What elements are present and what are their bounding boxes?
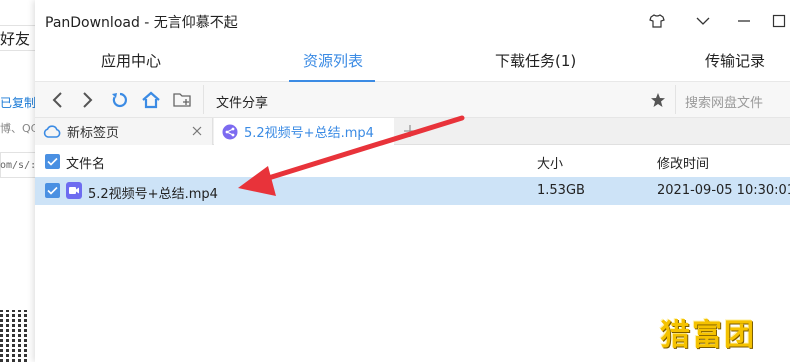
title-bar: PanDownload - 无言仰慕不起 bbox=[35, 0, 790, 42]
column-header-size[interactable]: 大小 bbox=[537, 153, 563, 172]
file-list-header: 文件名 大小 修改时间 bbox=[35, 146, 790, 176]
folder-add-icon bbox=[173, 93, 191, 107]
skin-button[interactable] bbox=[643, 8, 671, 34]
subtab-shared-file[interactable]: 5.2视频号+总结.mp4 bbox=[214, 118, 394, 145]
favorite-button[interactable] bbox=[647, 89, 669, 111]
watermark-logo: 猎富团 bbox=[660, 318, 756, 353]
shirt-icon bbox=[649, 14, 665, 28]
background-text-friend: 好友 bbox=[0, 30, 31, 48]
toolbar: 文件分享 搜索网盘文件 bbox=[35, 82, 790, 118]
path-bar[interactable]: 文件分享 bbox=[203, 85, 663, 114]
row-checkbox[interactable] bbox=[45, 183, 60, 198]
file-modified: 2021-09-05 10:30:01 bbox=[657, 183, 790, 198]
home-button[interactable] bbox=[140, 89, 162, 111]
column-header-modified[interactable]: 修改时间 bbox=[657, 153, 709, 172]
close-icon[interactable] bbox=[190, 124, 204, 138]
star-icon bbox=[651, 93, 665, 107]
background-text-copied: 已复制 bbox=[0, 96, 37, 110]
share-icon bbox=[222, 124, 238, 140]
arrow-right-icon bbox=[83, 92, 93, 108]
refresh-button[interactable] bbox=[109, 89, 131, 111]
maximize-icon bbox=[772, 14, 786, 28]
subtab-new-tab-label: 新标签页 bbox=[67, 126, 120, 141]
check-icon bbox=[47, 157, 58, 166]
minimize-button[interactable] bbox=[730, 8, 758, 34]
tab-app-center[interactable]: 应用中心 bbox=[101, 50, 161, 71]
check-icon bbox=[47, 186, 58, 195]
window-title: PanDownload - 无言仰慕不起 bbox=[45, 15, 238, 31]
background-text-weibo: 博、QC bbox=[0, 122, 39, 135]
maximize-button[interactable] bbox=[765, 8, 790, 34]
new-folder-button[interactable] bbox=[172, 89, 194, 111]
back-button[interactable] bbox=[46, 89, 68, 111]
chevron-down-icon bbox=[696, 17, 710, 25]
current-path: 文件分享 bbox=[216, 96, 269, 111]
subtab-shared-file-label: 5.2视频号+总结.mp4 bbox=[244, 126, 374, 141]
forward-button[interactable] bbox=[77, 89, 99, 111]
search-placeholder: 搜索网盘文件 bbox=[685, 96, 764, 111]
search-input[interactable]: 搜索网盘文件 bbox=[675, 85, 790, 114]
background-app: 好友 已复制 博、QC om/s/: bbox=[0, 0, 40, 362]
file-name: 5.2视频号+总结.mp4 bbox=[88, 187, 218, 202]
qr-code-image bbox=[0, 310, 28, 362]
main-tabs: 应用中心 资源列表 下载任务(1) 传输记录 bbox=[35, 42, 790, 82]
tab-resource-list[interactable]: 资源列表 bbox=[303, 50, 363, 71]
tab-transfer-records[interactable]: 传输记录 bbox=[705, 50, 765, 71]
add-tab-button[interactable] bbox=[401, 121, 419, 141]
video-file-icon bbox=[66, 182, 82, 199]
background-text-url: om/s/: bbox=[0, 160, 37, 171]
subtab-new-tab[interactable]: 新标签页 bbox=[35, 118, 213, 145]
file-size: 1.53GB bbox=[537, 183, 585, 198]
home-icon bbox=[142, 91, 160, 109]
select-all-checkbox[interactable] bbox=[45, 154, 60, 169]
refresh-icon bbox=[112, 92, 127, 108]
arrow-left-icon bbox=[52, 92, 62, 108]
table-row[interactable]: 5.2视频号+总结.mp4 1.53GB 2021-09-05 10:30:01 bbox=[35, 177, 790, 205]
sub-tabs: 新标签页 5.2视频号+总结.mp4 bbox=[35, 118, 790, 145]
cloud-icon bbox=[43, 124, 61, 139]
dropdown-button[interactable] bbox=[689, 8, 717, 34]
pandownload-window: PanDownload - 无言仰慕不起 应用中心 资源列表 下载任务(1) 传… bbox=[35, 0, 790, 362]
minimize-icon bbox=[738, 20, 750, 22]
column-header-name[interactable]: 文件名 bbox=[66, 153, 105, 172]
tab-download-tasks[interactable]: 下载任务(1) bbox=[495, 50, 576, 71]
plus-icon bbox=[404, 125, 416, 137]
